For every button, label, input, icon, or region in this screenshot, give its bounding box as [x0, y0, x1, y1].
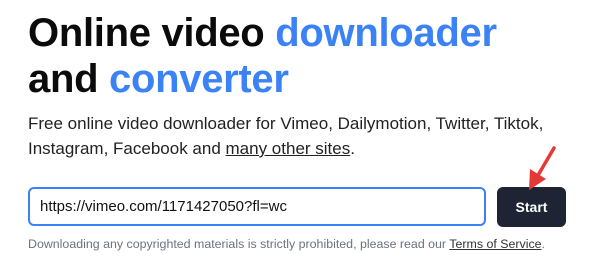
start-button[interactable]: Start — [497, 187, 566, 227]
disclaimer: Downloading any copyrighted materials is… — [28, 236, 598, 252]
disclaimer-text: Downloading any copyrighted materials is… — [28, 237, 450, 251]
title-text-1: Online video — [28, 11, 276, 55]
page: Online video downloader and converter Fre… — [0, 0, 600, 266]
disclaimer-suffix: . — [541, 237, 545, 251]
title-accent-converter: converter — [109, 57, 289, 101]
many-other-sites-link[interactable]: many other sites — [226, 139, 351, 158]
description-suffix: . — [350, 139, 355, 158]
title-accent-downloader: downloader — [275, 11, 497, 55]
red-arrow-icon — [529, 146, 556, 190]
url-input[interactable] — [28, 187, 486, 226]
terms-of-service-link[interactable]: Terms of Service — [449, 237, 541, 251]
description: Free online video downloader for Vimeo, … — [28, 111, 588, 161]
page-title: Online video downloader and converter — [28, 10, 588, 102]
title-text-2: and — [28, 57, 110, 101]
